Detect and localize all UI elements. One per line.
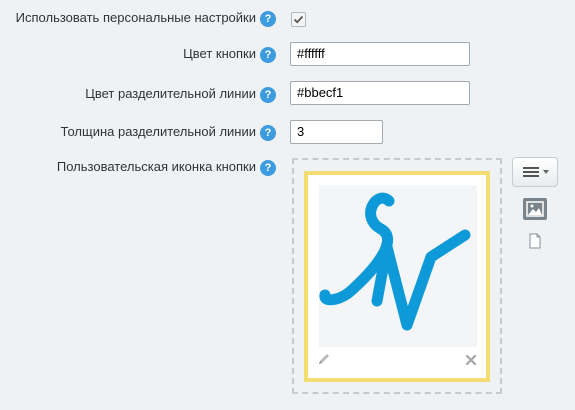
field-use-personal-settings: Использовать персональные настройки ? <box>0 8 575 28</box>
question-mark-icon[interactable]: ? <box>260 160 276 176</box>
field-label: Толщина разделительной линии <box>60 124 256 139</box>
field-button-color: Цвет кнопки ? #ffffff <box>0 41 575 67</box>
image-preview-card[interactable] <box>304 171 490 382</box>
image-preview <box>319 185 477 347</box>
sw-logo-image <box>319 192 471 331</box>
divider-thickness-input[interactable]: 3 <box>290 120 383 144</box>
check-icon <box>293 15 304 24</box>
question-mark-icon[interactable]: ? <box>260 87 276 103</box>
button-color-input[interactable]: #ffffff <box>290 42 470 66</box>
field-divider-thickness: Толщина разделительной линии ? 3 <box>0 119 575 145</box>
field-label: Использовать персональные настройки <box>15 10 256 25</box>
field-label: Цвет разделительной линии <box>85 86 256 101</box>
field-label: Пользовательская иконка кнопки <box>56 159 256 174</box>
image-icon[interactable] <box>523 198 547 220</box>
divider-color-input[interactable]: #bbecf1 <box>290 81 470 105</box>
question-mark-icon[interactable]: ? <box>260 47 276 63</box>
question-mark-icon[interactable]: ? <box>260 125 276 141</box>
question-mark-icon[interactable]: ? <box>260 11 276 27</box>
hamburger-menu-icon[interactable] <box>512 157 558 187</box>
pencil-icon[interactable] <box>317 352 331 369</box>
field-divider-color: Цвет разделительной линии ? #bbecf1 <box>0 80 575 106</box>
file-icon[interactable] <box>529 233 541 252</box>
close-icon[interactable] <box>465 354 477 369</box>
field-label: Цвет кнопки <box>183 46 256 61</box>
use-personal-settings-checkbox[interactable] <box>291 12 306 27</box>
